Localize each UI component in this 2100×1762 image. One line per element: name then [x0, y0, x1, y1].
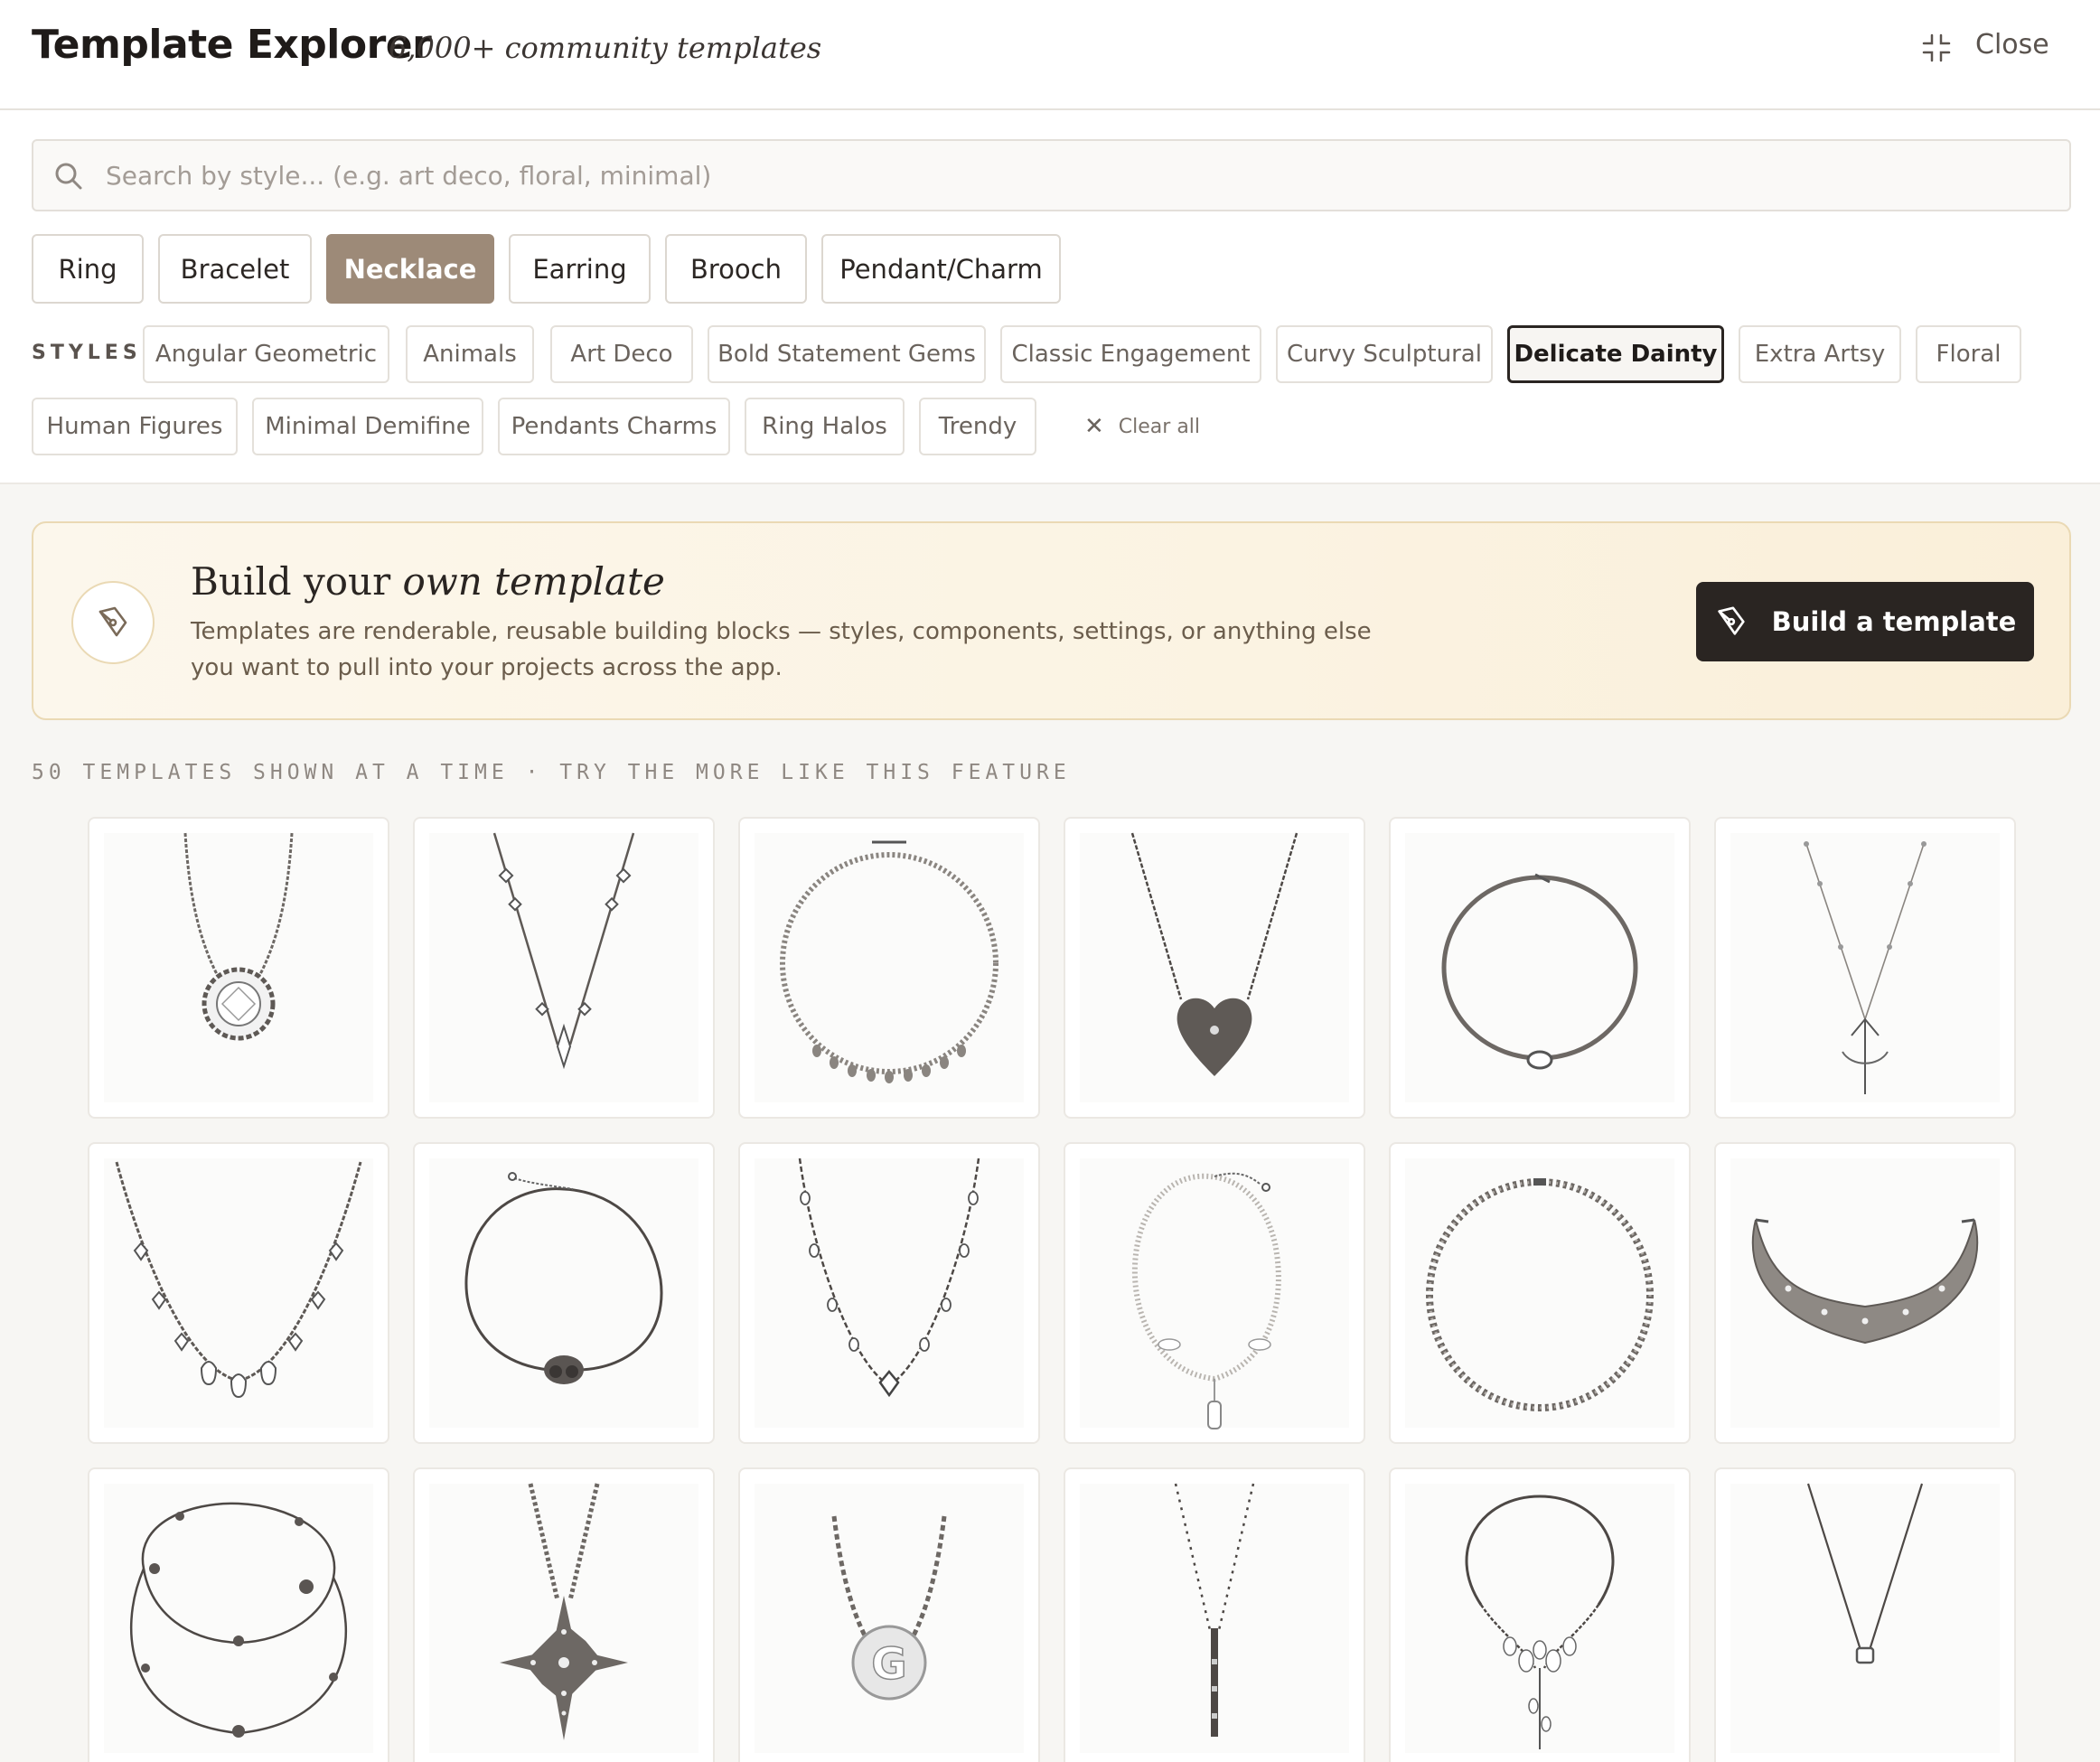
template-card-beaded-rope[interactable] [1389, 1142, 1691, 1444]
search-bar [32, 139, 2071, 211]
style-minimal-demifine[interactable]: Minimal Demifine [252, 398, 483, 455]
styles-label: STYLES [32, 342, 142, 364]
style-animals[interactable]: Animals [406, 325, 534, 383]
close-icon: ✕ [1084, 413, 1104, 440]
style-pendants-charms[interactable]: Pendants Charms [498, 398, 730, 455]
search-input[interactable] [106, 141, 2039, 210]
template-card-solitaire[interactable] [1714, 1467, 2016, 1762]
template-card-heart-pendant[interactable] [1064, 817, 1365, 1119]
category-necklace[interactable]: Necklace [326, 234, 494, 304]
template-card-starburst[interactable] [413, 1467, 715, 1762]
necklace-icon [798, 1157, 980, 1398]
header: Template Explorer 6,000+ community templ… [0, 0, 2100, 110]
necklace-icon [1426, 1178, 1654, 1411]
template-card-wire-torque[interactable] [1389, 817, 1691, 1119]
necklace-icon [500, 1483, 628, 1740]
build-template-label: Build a template [1771, 606, 2017, 637]
style-curvy-sculptural[interactable]: Curvy Sculptural [1276, 325, 1493, 383]
banner-title-italic: own template [402, 559, 665, 604]
necklace-icon [780, 840, 998, 1083]
necklace-icon [1130, 832, 1298, 1076]
banner-title: Build your own template [191, 559, 665, 604]
necklace-icon [1804, 841, 1927, 1094]
clear-all-label: Clear all [1118, 415, 1201, 438]
style-ring-halos[interactable]: Ring Halos [745, 398, 905, 455]
style-human-figures[interactable]: Human Figures [32, 398, 238, 455]
template-card-beaded-collar-drops[interactable] [738, 817, 1040, 1119]
search-icon [55, 163, 82, 190]
style-delicate-dainty[interactable]: Delicate Dainty [1507, 325, 1724, 383]
style-trendy[interactable]: Trendy [919, 398, 1036, 455]
template-card-halo-pendant[interactable] [88, 817, 389, 1119]
necklace-icon [1174, 1483, 1255, 1737]
necklace-icon [492, 832, 635, 1070]
pen-tool-icon [71, 581, 155, 664]
style-extra-artsy[interactable]: Extra Artsy [1739, 325, 1901, 383]
style-bold-statement-gems[interactable]: Bold Statement Gems [708, 325, 986, 383]
template-card-mesh-collar[interactable] [1714, 1142, 2016, 1444]
style-angular-geometric[interactable]: Angular Geometric [143, 325, 389, 383]
template-card-owl-choker[interactable] [413, 1142, 715, 1444]
category-brooch[interactable]: Brooch [665, 234, 807, 304]
necklace-icon [1441, 873, 1638, 1070]
template-count-note: 50 TEMPLATES SHOWN AT A TIME · TRY THE M… [32, 761, 1071, 784]
build-template-button[interactable]: Build a template [1696, 582, 2034, 661]
necklace-icon [464, 1172, 663, 1384]
clear-all-button[interactable]: ✕ Clear all [1084, 399, 1200, 454]
template-card-arrow-lariat[interactable] [1714, 817, 2016, 1119]
banner-title-plain: Build your [191, 559, 391, 604]
template-card-star-station[interactable] [413, 817, 715, 1119]
necklace-icon [183, 832, 294, 1041]
category-ring[interactable]: Ring [32, 234, 144, 304]
template-card-floral-drop[interactable] [1389, 1467, 1691, 1762]
necklace-icon [115, 1161, 362, 1399]
necklace-icon [1751, 1218, 1979, 1345]
style-art-deco[interactable]: Art Deco [550, 325, 693, 383]
build-template-banner: Build your own template Templates are re… [32, 521, 2071, 720]
category-earring[interactable]: Earring [509, 234, 651, 304]
template-card-gem-drops[interactable] [88, 1142, 389, 1444]
template-card-y-bar[interactable] [1064, 1467, 1365, 1762]
template-card-double-strand[interactable] [88, 1467, 389, 1762]
svg-text:G: G [871, 1639, 906, 1690]
collapse-icon[interactable] [1921, 33, 1952, 63]
necklace-icon [129, 1502, 348, 1738]
pen-tool-icon [1718, 606, 1745, 635]
page-subtitle: 6,000+ community templates [389, 31, 822, 65]
necklace-icon [1131, 1172, 1281, 1429]
style-floral[interactable]: Floral [1916, 325, 2021, 383]
necklace-icon [1465, 1495, 1615, 1749]
banner-description: Templates are renderable, reusable build… [191, 618, 1372, 681]
category-pendant-charm[interactable]: Pendant/Charm [821, 234, 1061, 304]
style-classic-engagement[interactable]: Classic Engagement [1000, 325, 1261, 383]
filter-panel: Ring Bracelet Necklace Earring Brooch Pe… [0, 110, 2100, 484]
page-title: Template Explorer [32, 22, 432, 68]
template-card-pearl-fish[interactable] [1064, 1142, 1365, 1444]
category-bracelet[interactable]: Bracelet [158, 234, 312, 304]
close-button[interactable]: Close [1975, 29, 2049, 61]
necklace-icon: G [831, 1515, 947, 1701]
template-card-initial-g[interactable]: G [738, 1467, 1040, 1762]
template-card-station-teardrops[interactable] [738, 1142, 1040, 1444]
necklace-icon [1806, 1483, 1924, 1664]
